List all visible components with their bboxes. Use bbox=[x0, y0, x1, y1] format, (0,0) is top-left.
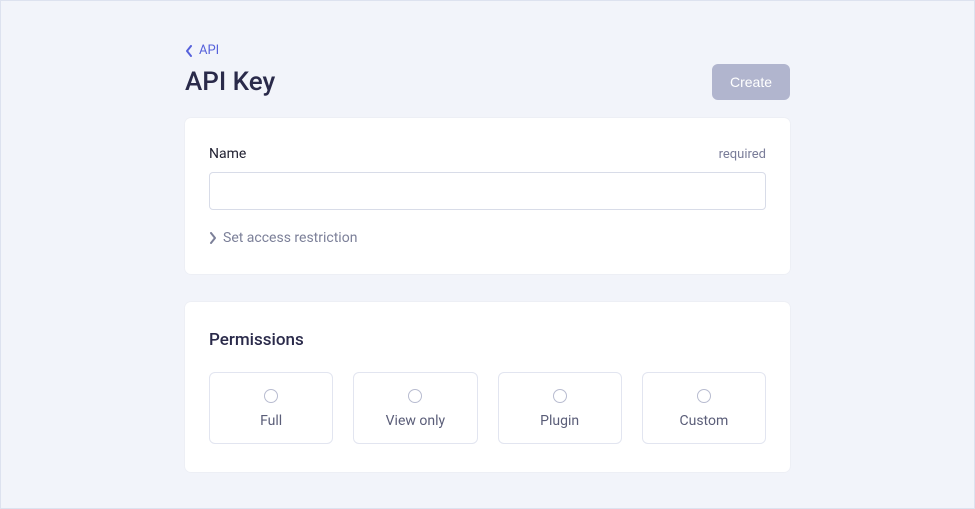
permission-option-custom[interactable]: Custom bbox=[642, 372, 766, 444]
breadcrumb-label: API bbox=[199, 43, 219, 58]
radio-icon bbox=[553, 389, 567, 403]
breadcrumb[interactable]: API bbox=[185, 43, 790, 58]
permission-option-plugin[interactable]: Plugin bbox=[498, 372, 622, 444]
permission-label: Plugin bbox=[540, 413, 579, 429]
permissions-title: Permissions bbox=[209, 330, 766, 350]
permission-label: Custom bbox=[679, 413, 728, 429]
permission-label: Full bbox=[260, 413, 282, 429]
access-restriction-label: Set access restriction bbox=[223, 230, 357, 246]
name-card: Name required Set access restriction bbox=[185, 118, 790, 274]
chevron-left-icon bbox=[185, 45, 193, 57]
permission-option-view-only[interactable]: View only bbox=[353, 372, 477, 444]
access-restriction-toggle[interactable]: Set access restriction bbox=[209, 230, 766, 246]
name-label: Name bbox=[209, 146, 246, 162]
page-title: API Key bbox=[185, 67, 275, 97]
permission-option-full[interactable]: Full bbox=[209, 372, 333, 444]
radio-icon bbox=[264, 389, 278, 403]
radio-icon bbox=[697, 389, 711, 403]
permission-label: View only bbox=[386, 413, 445, 429]
chevron-right-icon bbox=[209, 232, 217, 244]
name-input[interactable] bbox=[209, 172, 766, 210]
create-button[interactable]: Create bbox=[712, 64, 790, 100]
permissions-card: Permissions Full View only Plugin Custom bbox=[185, 302, 790, 472]
radio-icon bbox=[408, 389, 422, 403]
required-tag: required bbox=[719, 147, 766, 162]
